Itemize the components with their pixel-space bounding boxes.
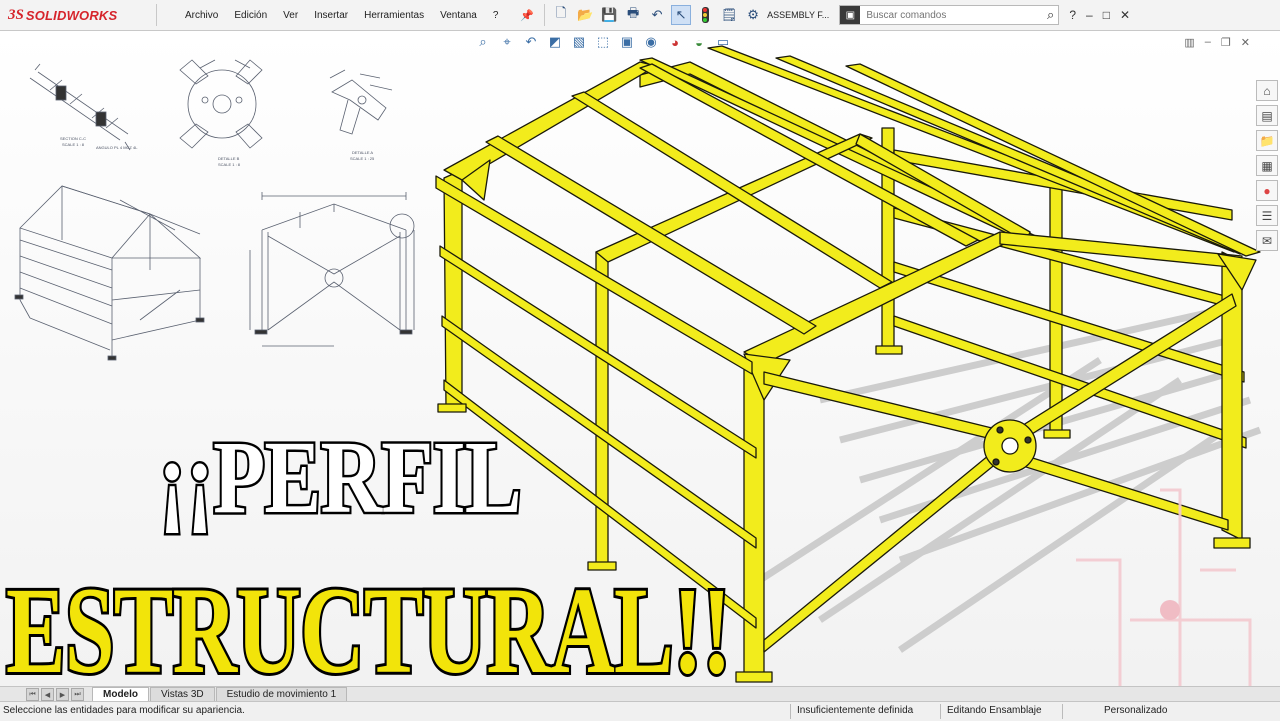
units-system[interactable]: Personalizado — [1104, 705, 1167, 716]
section-view-icon[interactable]: ◩ — [546, 34, 564, 50]
tab-modelo[interactable]: Modelo — [92, 687, 149, 701]
maximize-icon[interactable]: □ — [1103, 8, 1110, 22]
window-controls: ? – □ ✕ — [1069, 8, 1130, 22]
zoom-to-fit-icon[interactable]: ⌕ — [474, 34, 492, 50]
appearance-icon[interactable]: ● — [1256, 180, 1278, 201]
scene-icon[interactable]: ◒ — [690, 35, 708, 50]
editing-mode: Editando Ensamblaje — [947, 705, 1042, 716]
document-title: ASSEMBLY F... — [767, 10, 830, 20]
file-properties-icon[interactable]: 🗒 — [719, 5, 739, 25]
view-orientation-icon[interactable]: ⬚ — [594, 34, 612, 50]
status-message: Seleccione las entidades para modificar … — [3, 705, 245, 716]
prev-tab-icon[interactable]: ◀ — [41, 688, 54, 701]
next-tab-icon[interactable]: ▶ — [56, 688, 69, 701]
print-icon[interactable]: 🖶 — [623, 5, 643, 25]
forum-icon[interactable]: ✉ — [1256, 230, 1278, 251]
traffic-light-icon — [701, 7, 709, 23]
standard-toolbar: 🗋 📂 💾 🖶 ↶ ↖ 🗒 ⚙ — [551, 5, 763, 25]
menu-ver[interactable]: Ver — [275, 10, 306, 21]
viewport-close-icon[interactable]: ✕ — [1241, 36, 1250, 49]
solidworks-logo[interactable]: 3S SOLIDWORKS — [0, 7, 150, 24]
save-icon[interactable]: 💾 — [599, 5, 619, 25]
overlay-title-line1: ¡¡PERFIL — [156, 418, 524, 538]
middle-column — [595, 251, 609, 567]
search-commands[interactable]: ▣ ⌕ — [839, 5, 1060, 25]
base-plate — [735, 671, 773, 683]
main-menu: Archivo Edición Ver Insertar Herramienta… — [177, 9, 534, 22]
heads-up-view-toolbar: ⌕ ⌖ ↶ ◩ ▧ ⬚ ▣ ◉ ◕ ◒ ▭ — [474, 34, 732, 50]
menu-bar: 3S SOLIDWORKS Archivo Edición Ver Insert… — [0, 0, 1280, 31]
parts-icon[interactable]: ▤ — [1256, 105, 1278, 126]
menu-help[interactable]: ? — [485, 10, 507, 21]
select-icon[interactable]: ↖ — [671, 5, 692, 25]
menu-archivo[interactable]: Archivo — [177, 10, 226, 21]
detail-b-label: DETALLE B — [218, 156, 240, 161]
section-c-scale: SCALE 1 : 8 — [62, 142, 85, 147]
divider — [156, 4, 157, 26]
menu-edicion[interactable]: Edición — [226, 10, 275, 21]
section-c-label: SECTION C-C — [60, 136, 86, 141]
previous-view-icon[interactable]: ↶ — [522, 34, 540, 50]
minimize-icon[interactable]: – — [1086, 8, 1093, 22]
search-input[interactable] — [860, 8, 1029, 22]
base-plate — [1213, 537, 1251, 549]
viewport-window-controls: ▥ – ❐ ✕ — [1184, 36, 1250, 49]
edit-appearance-icon[interactable]: ◕ — [666, 35, 684, 50]
help-icon[interactable]: ? — [1069, 8, 1076, 22]
zoom-area-icon[interactable]: ⌖ — [498, 34, 516, 50]
divider — [940, 704, 941, 719]
detail-b-scale: SCALE 1 : 8 — [218, 162, 241, 167]
base-plate — [437, 403, 467, 413]
back-right-column — [1049, 169, 1063, 435]
overlay-title-line2: ESTRUCTURAL!! — [4, 559, 734, 702]
detail-a-label: DETALLE A — [352, 150, 373, 155]
ds-logo-mark: 3S — [8, 6, 24, 23]
status-bar: Seleccione las entidades para modificar … — [0, 701, 1280, 721]
definition-status: Insuficientemente definida — [797, 705, 914, 716]
menu-insertar[interactable]: Insertar — [306, 10, 356, 21]
tab-vistas-3d[interactable]: Vistas 3D — [150, 687, 215, 701]
solidworks-wordmark: SOLIDWORKS — [25, 7, 118, 23]
folder-icon[interactable]: 📁 — [1256, 130, 1278, 151]
divider — [790, 704, 791, 719]
custom-properties-icon[interactable]: ☰ — [1256, 205, 1278, 226]
close-icon[interactable]: ✕ — [1120, 8, 1130, 22]
base-plate — [875, 345, 903, 355]
viewport-maximize-icon[interactable]: ❐ — [1221, 36, 1231, 49]
home-icon[interactable]: ⌂ — [1256, 80, 1278, 101]
bolt — [992, 458, 1000, 466]
task-pane: ⌂ ▤ 📁 ▦ ● ☰ ✉ — [1256, 80, 1278, 251]
divider — [1062, 704, 1063, 719]
tab-scroll-arrows: ⏮ ◀ ▶ ⏭ — [0, 688, 84, 701]
section-c-note: ANGULO PL 4 MCZ 4L — [96, 145, 138, 150]
view-palette-icon[interactable]: ▦ — [1256, 155, 1278, 176]
bolt — [1024, 436, 1032, 444]
display-style-icon[interactable]: ▣ — [618, 34, 636, 50]
viewport-restore-icon[interactable]: ▥ — [1184, 36, 1194, 49]
tab-estudio-movimiento[interactable]: Estudio de movimiento 1 — [215, 687, 348, 701]
detail-a-scale: SCALE 1 : 25 — [350, 156, 375, 161]
rebuild-icon[interactable] — [695, 5, 715, 25]
pin-icon[interactable]: 📌 — [520, 9, 534, 22]
last-tab-icon[interactable]: ⏭ — [71, 688, 84, 701]
divider — [544, 4, 546, 26]
magnifier-icon[interactable]: ⌕ — [1047, 7, 1054, 23]
command-search-icon: ▣ — [840, 6, 861, 24]
hide-show-icon[interactable]: ◉ — [642, 34, 660, 50]
view-settings-icon[interactable]: ▭ — [714, 34, 732, 50]
rear-left-column — [443, 169, 463, 409]
menu-ventana[interactable]: Ventana — [432, 10, 485, 21]
dynamic-annotation-icon[interactable]: ▧ — [570, 34, 588, 50]
base-plate — [1043, 429, 1071, 439]
open-icon[interactable]: 📂 — [575, 5, 595, 25]
new-document-icon[interactable]: 🗋 — [551, 5, 571, 25]
bracing-ring-hole — [1001, 437, 1019, 455]
options-gear-icon[interactable]: ⚙ — [743, 5, 763, 25]
menu-herramientas[interactable]: Herramientas — [356, 10, 432, 21]
first-tab-icon[interactable]: ⏮ — [26, 688, 39, 701]
bolt — [996, 426, 1004, 434]
undo-icon[interactable]: ↶ — [647, 5, 667, 25]
viewport-minimize-icon[interactable]: – — [1205, 36, 1211, 49]
model-tabs: ⏮ ◀ ▶ ⏭ Modelo Vistas 3D Estudio de movi… — [0, 686, 1280, 701]
